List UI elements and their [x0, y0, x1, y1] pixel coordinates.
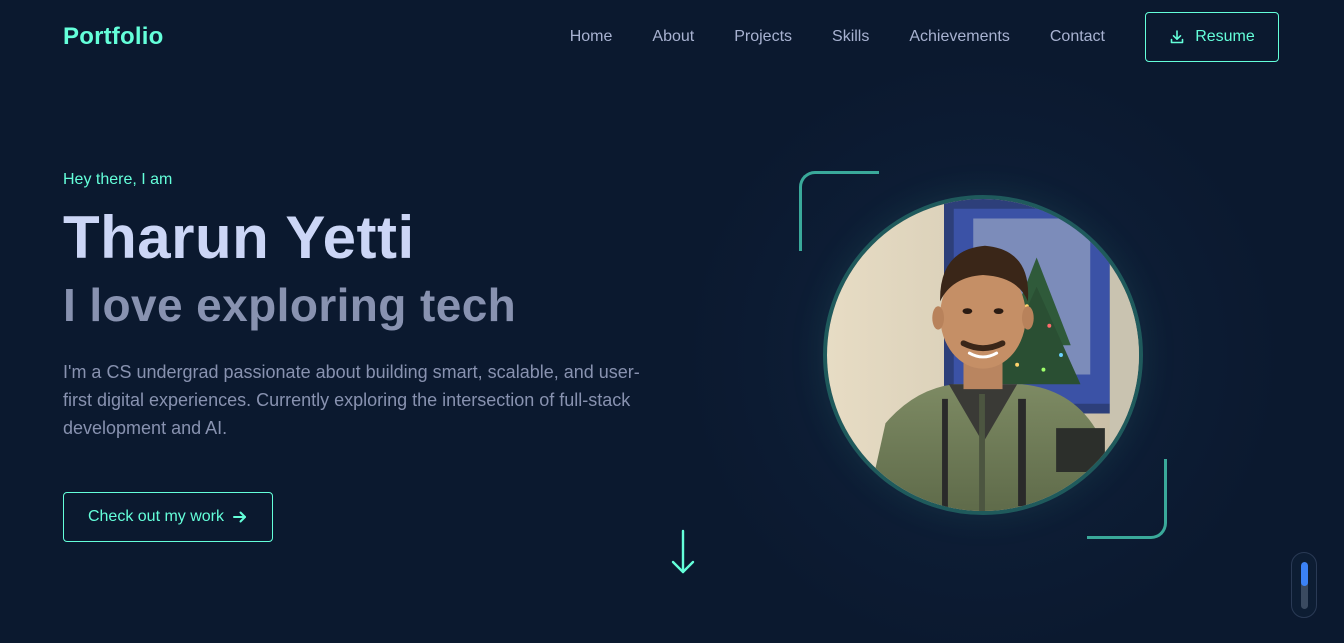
frame-corner-bottom-right: [1087, 459, 1167, 539]
hero-bio: I'm a CS undergrad passionate about buil…: [63, 362, 640, 438]
hero-intro: Hey there, I am Tharun Yetti I love expl…: [63, 160, 663, 542]
nav-home[interactable]: Home: [570, 28, 613, 46]
scroll-track: [1301, 562, 1308, 609]
main-nav: Home About Projects Skills Achievements …: [570, 11, 1279, 62]
resume-button[interactable]: Resume: [1145, 11, 1279, 62]
cta-label: Check out my work: [87, 508, 225, 525]
resume-label: Resume: [1195, 27, 1255, 45]
nav-skills[interactable]: Skills: [832, 28, 869, 46]
profile-photo: [823, 195, 1143, 515]
scroll-fill: [1301, 562, 1308, 586]
hero-tagline: I love exploring tech: [63, 279, 517, 331]
hero-name: Tharun Yetti: [63, 204, 415, 271]
nav-about[interactable]: About: [652, 28, 694, 46]
greeting-text: Hey there, I am: [63, 171, 173, 188]
arrow-right-icon: [232, 509, 248, 525]
arrow-down-icon[interactable]: [669, 528, 697, 576]
scroll-progress-indicator[interactable]: [1291, 552, 1317, 618]
nav-achievements[interactable]: Achievements: [909, 28, 1010, 46]
check-out-work-button[interactable]: Check out my work: [63, 492, 273, 542]
site-header: Portfolio Home About Projects Skills Ach…: [0, 0, 1344, 73]
frame-corner-top-left: [799, 171, 879, 251]
page: Portfolio Home About Projects Skills Ach…: [0, 0, 1344, 643]
nav-projects[interactable]: Projects: [734, 28, 792, 46]
download-icon: [1169, 29, 1185, 45]
logo[interactable]: Portfolio: [63, 23, 163, 51]
nav-contact[interactable]: Contact: [1050, 28, 1105, 46]
